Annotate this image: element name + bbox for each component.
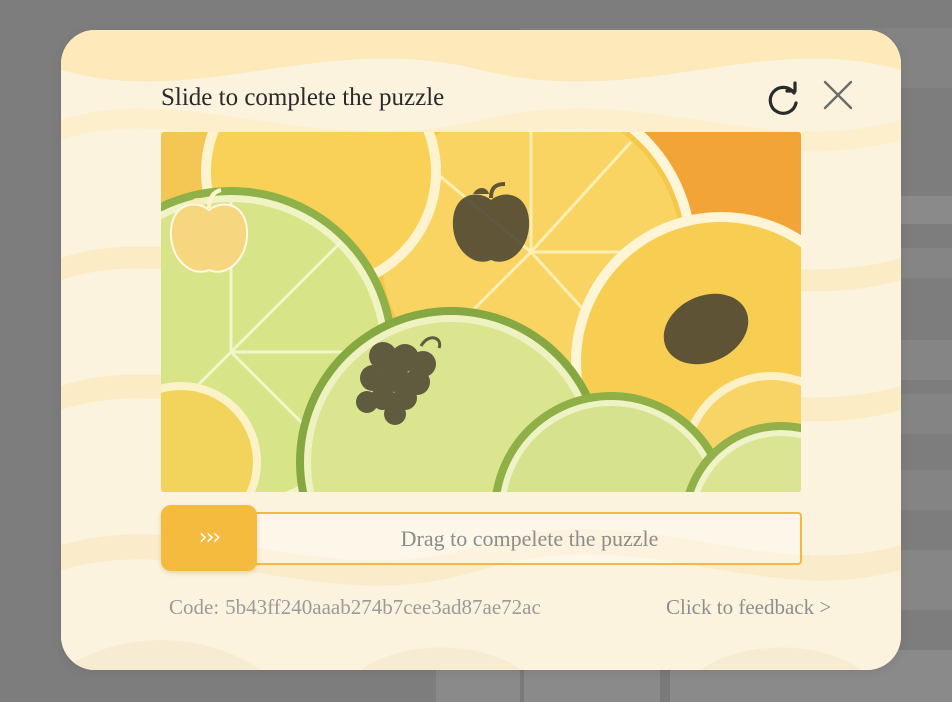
- close-button[interactable]: [819, 76, 857, 114]
- close-icon: [823, 80, 853, 110]
- code-label: Code:: [169, 595, 220, 619]
- verification-code: Code: 5b43ff240aaab274b7cee3ad87ae72ac: [169, 595, 541, 620]
- slider-handle[interactable]: ›››: [161, 505, 257, 571]
- puzzle-image: [161, 132, 801, 492]
- feedback-link[interactable]: Click to feedback >: [666, 595, 831, 620]
- refresh-icon: [768, 81, 798, 115]
- modal-title: Slide to complete the puzzle: [161, 84, 445, 111]
- lemon-slices-image: [161, 132, 801, 492]
- slider-track[interactable]: Drag to compelete the puzzle: [161, 512, 802, 565]
- captcha-modal: Slide to complete the puzzle Drag to com…: [61, 30, 901, 670]
- chevrons-right-icon: ›››: [198, 525, 221, 550]
- refresh-button[interactable]: [763, 81, 803, 121]
- code-value: 5b43ff240aaab274b7cee3ad87ae72ac: [225, 595, 541, 619]
- slider-hint: Drag to compelete the puzzle: [400, 526, 659, 551]
